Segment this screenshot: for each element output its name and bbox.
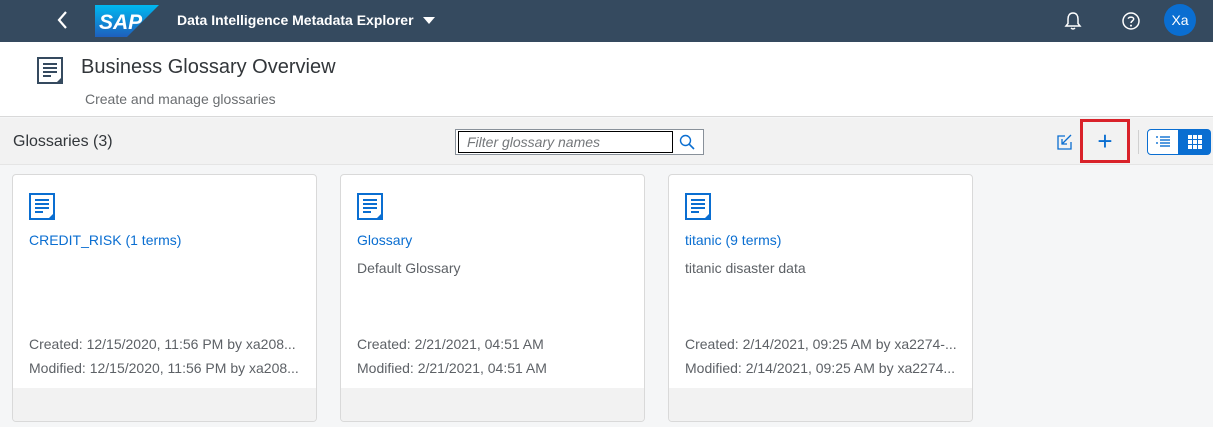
glossary-card-footer	[669, 388, 972, 421]
glossary-toolbar: Glossaries (3) +	[0, 118, 1213, 165]
search-field[interactable]	[455, 129, 704, 155]
user-avatar[interactable]: Xa	[1164, 4, 1196, 36]
page-title: Business Glossary Overview	[81, 56, 336, 78]
list-view-button[interactable]	[1147, 129, 1179, 155]
avatar-initials: Xa	[1171, 12, 1189, 28]
list-view-icon	[1156, 136, 1170, 147]
glossary-card-description: Default Glossary	[357, 260, 461, 276]
page-subtitle: Create and manage glossaries	[85, 91, 276, 107]
glossary-card[interactable]: Glossary Default Glossary Created: 2/21/…	[340, 174, 645, 422]
search-input[interactable]	[458, 131, 673, 153]
page-header: Business Glossary Overview Create and ma…	[0, 42, 1213, 117]
glossary-card-modified: Modified: 2/14/2021, 09:25 AM by xa2274.…	[685, 360, 956, 376]
glossary-card-created: Created: 2/14/2021, 09:25 AM by xa2274-.…	[685, 336, 957, 352]
sap-logo: SAP	[95, 5, 159, 37]
bell-icon	[1064, 12, 1082, 30]
glossary-card-footer	[341, 388, 644, 421]
glossary-card-modified: Modified: 2/21/2021, 04:51 AM	[357, 360, 547, 376]
glossary-card-modified: Modified: 12/15/2020, 11:56 PM by xa208.…	[29, 360, 299, 376]
glossary-card-title[interactable]: Glossary	[357, 232, 412, 248]
help-icon	[1122, 12, 1140, 30]
grid-view-icon	[1187, 135, 1202, 149]
glossary-icon	[357, 193, 383, 220]
glossary-card-title[interactable]: titanic (9 terms)	[685, 232, 781, 248]
notifications-button[interactable]	[1060, 8, 1086, 34]
back-button[interactable]	[48, 5, 78, 35]
toolbar-separator	[1138, 130, 1139, 154]
glossary-card[interactable]: titanic (9 terms) titanic disaster data …	[668, 174, 973, 422]
chevron-down-icon	[422, 16, 435, 24]
glossary-count-title: Glossaries (3)	[13, 133, 113, 150]
import-button[interactable]	[1052, 129, 1078, 155]
glossary-card-title[interactable]: CREDIT_RISK (1 terms)	[29, 232, 181, 248]
app-title-menu[interactable]: Data Intelligence Metadata Explorer	[177, 12, 435, 28]
glossary-card[interactable]: CREDIT_RISK (1 terms) Created: 12/15/202…	[12, 174, 317, 422]
glossary-card-description: titanic disaster data	[685, 260, 806, 276]
glossary-icon	[29, 193, 55, 220]
glossary-card-footer	[13, 388, 316, 421]
glossary-icon	[685, 193, 711, 220]
search-icon[interactable]	[679, 134, 695, 150]
glossary-card-created: Created: 12/15/2020, 11:56 PM by xa208..…	[29, 336, 296, 352]
add-icon: +	[1097, 126, 1113, 156]
shell-bar: SAP Data Intelligence Metadata Explorer …	[0, 0, 1213, 42]
view-switch	[1147, 129, 1211, 155]
sap-logo-text: SAP	[99, 11, 143, 34]
app-title: Data Intelligence Metadata Explorer	[177, 12, 414, 28]
grid-view-button[interactable]	[1179, 129, 1211, 155]
help-button[interactable]	[1118, 8, 1144, 34]
back-icon	[57, 11, 67, 29]
glossary-icon	[37, 57, 63, 84]
import-icon	[1057, 134, 1072, 150]
glossary-card-created: Created: 2/21/2021, 04:51 AM	[357, 336, 544, 352]
add-glossary-button[interactable]: +	[1080, 119, 1130, 163]
